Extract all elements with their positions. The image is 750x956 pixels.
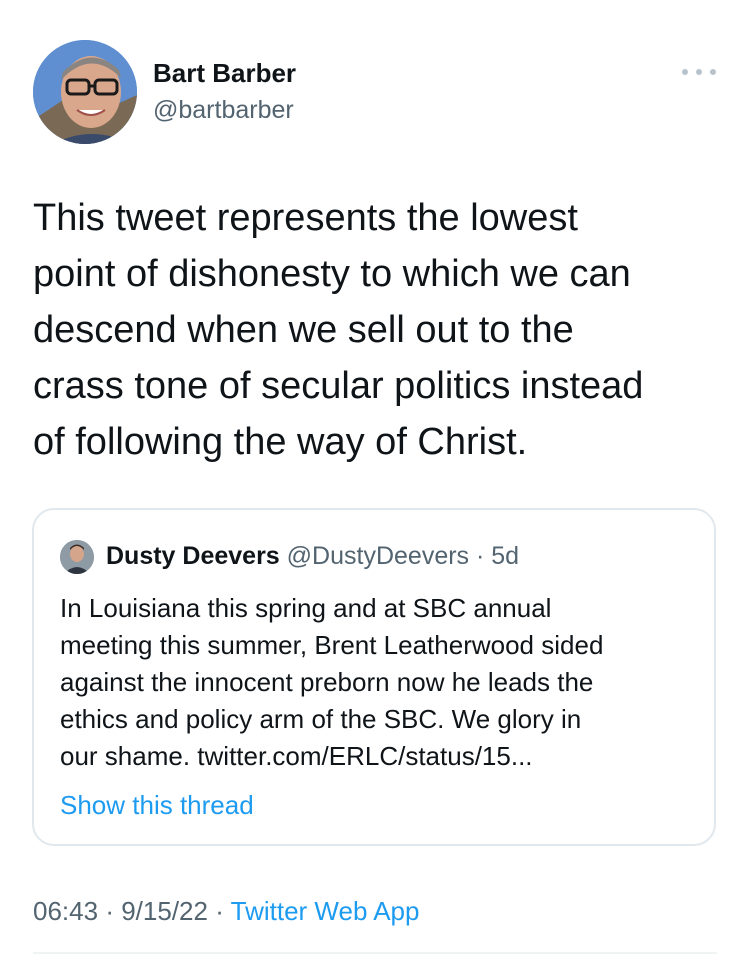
quoted-text-line: ethics and policy arm of the SBC. We glo… [60, 704, 582, 734]
quoted-tweet-text: In Louisiana this spring and at SBC annu… [60, 590, 710, 775]
separator: · [215, 896, 224, 926]
quoted-tweet-header: Dusty Deevers @DustyDeevers · 5d [106, 542, 519, 571]
quoted-author-avatar[interactable] [60, 540, 94, 574]
separator: · [476, 542, 485, 570]
tweet-time[interactable]: 06:43 [33, 896, 98, 926]
separator: · [105, 896, 114, 926]
more-horizontal-icon[interactable] [682, 62, 716, 82]
quoted-author-name[interactable]: Dusty Deevers [106, 542, 280, 570]
tweet-text-line: This tweet represents the lowest [33, 197, 578, 239]
tweet-text-line: of following the way of Christ. [33, 421, 528, 463]
quoted-tweet[interactable]: Dusty Deevers @DustyDeevers · 5d In Loui… [32, 508, 716, 846]
quoted-tweet-age[interactable]: 5d [491, 542, 519, 570]
author-avatar[interactable] [33, 40, 137, 144]
quoted-text-line: In Louisiana this spring and at SBC annu… [60, 593, 552, 623]
tweet-text-line: crass tone of secular politics instead [33, 365, 644, 407]
tweet-metadata: 06:43 · 9/15/22 · Twitter Web App [33, 896, 419, 927]
divider [33, 952, 717, 954]
show-thread-link[interactable]: Show this thread [60, 790, 254, 821]
tweet-text: This tweet represents the lowest point o… [33, 190, 733, 470]
quoted-text-line: meeting this summer, Brent Leatherwood s… [60, 630, 604, 660]
quoted-text-line: our shame. twitter.com/ERLC/status/15... [60, 741, 533, 771]
tweet: Bart Barber @bartbarber This tweet repre… [0, 0, 750, 956]
tweet-date[interactable]: 9/15/22 [121, 896, 208, 926]
tweet-source-link[interactable]: Twitter Web App [231, 896, 420, 926]
quoted-author-handle: @DustyDeevers [286, 542, 470, 570]
quoted-text-line: against the innocent preborn now he lead… [60, 667, 594, 697]
tweet-text-line: point of dishonesty to which we can [33, 253, 631, 295]
author-handle[interactable]: @bartbarber [153, 96, 294, 125]
tweet-text-line: descend when we sell out to the [33, 309, 574, 351]
author-name[interactable]: Bart Barber [153, 58, 296, 89]
